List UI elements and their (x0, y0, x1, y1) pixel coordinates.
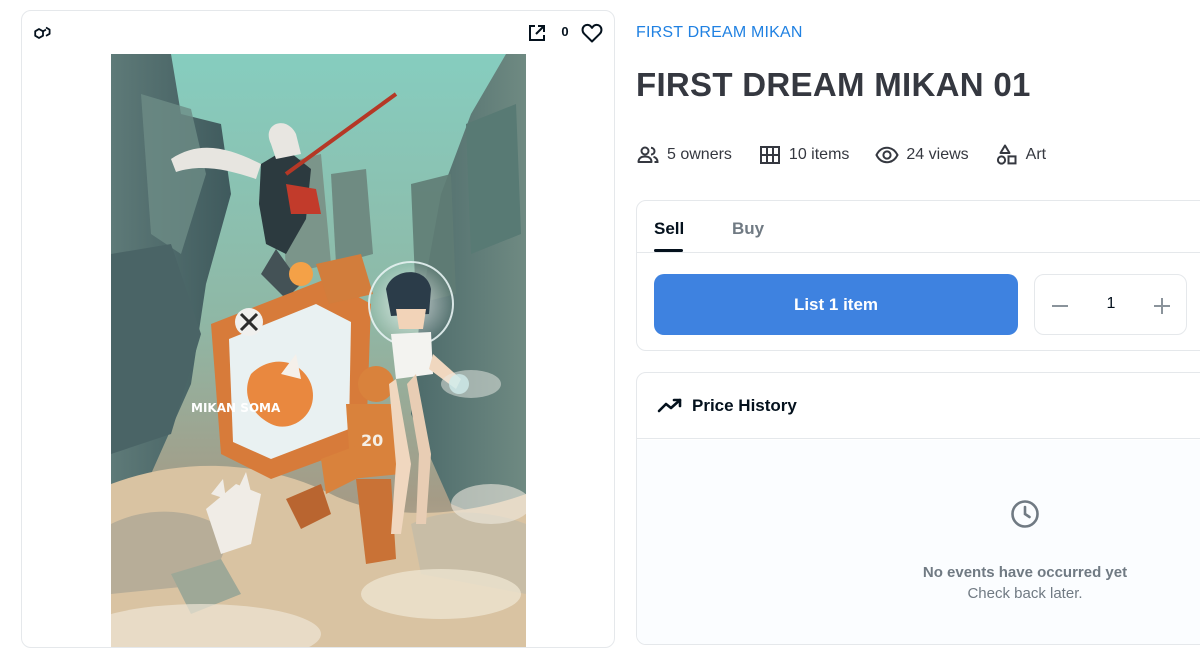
minus-icon[interactable] (1049, 295, 1071, 317)
stat-views: 24 views (875, 143, 969, 167)
favorite-count: 0 (561, 24, 569, 39)
collection-link[interactable]: FIRST DREAM MIKAN (636, 24, 803, 42)
empty-state-subtitle: Check back later. (967, 585, 1083, 602)
artwork-card-header: 0 (22, 11, 614, 55)
eye-icon (875, 146, 900, 164)
artwork-card: 0 20 MIKAN SOMA (21, 10, 615, 648)
stat-owners-label: 5 owners (667, 146, 732, 163)
price-history-panel: Price History No events have occurred ye… (636, 372, 1200, 645)
stat-items-label: 10 items (788, 146, 850, 163)
item-title: FIRST DREAM MIKAN 01 (636, 66, 1031, 103)
price-history-empty-state: No events have occurred yet Check back l… (637, 440, 1200, 644)
tab-sell[interactable]: Sell (654, 219, 684, 239)
heart-icon[interactable] (580, 21, 604, 45)
svg-text:20: 20 (361, 431, 383, 450)
price-history-title: Price History (692, 396, 797, 415)
list-item-button[interactable]: List 1 item (654, 274, 1018, 335)
artwork-signature: MIKAN SOMA (191, 401, 281, 415)
tab-buy[interactable]: Buy (732, 219, 764, 239)
trade-tabs: Sell Buy (637, 201, 1200, 253)
artwork-image[interactable]: 20 MIKAN SOMA (111, 54, 526, 647)
people-icon (637, 146, 659, 163)
item-stats: 5 owners 10 items 24 views Art (636, 142, 1072, 168)
price-history-header[interactable]: Price History (637, 373, 1200, 439)
empty-state-title: No events have occurred yet (922, 564, 1128, 581)
stat-category[interactable]: Art (995, 143, 1046, 167)
polygon-chain-icon (34, 26, 51, 39)
grid-icon (759, 146, 780, 164)
trade-panel: Sell Buy List 1 item 1 (636, 200, 1200, 351)
stat-items: 10 items (758, 143, 849, 167)
stat-category-label: Art (1025, 146, 1047, 163)
trending-line-icon (657, 398, 682, 413)
quantity-value[interactable]: 1 (1095, 295, 1127, 313)
shapes-icon (996, 144, 1017, 165)
plus-icon[interactable] (1151, 295, 1173, 317)
stat-views-label: 24 views (906, 146, 969, 163)
artwork-illustration: 20 MIKAN SOMA (111, 54, 526, 647)
clock-icon (1011, 500, 1039, 528)
quantity-stepper: 1 (1034, 274, 1187, 335)
open-external-icon[interactable] (527, 23, 547, 43)
active-tab-indicator (654, 249, 683, 252)
stat-owners[interactable]: 5 owners (636, 143, 732, 167)
